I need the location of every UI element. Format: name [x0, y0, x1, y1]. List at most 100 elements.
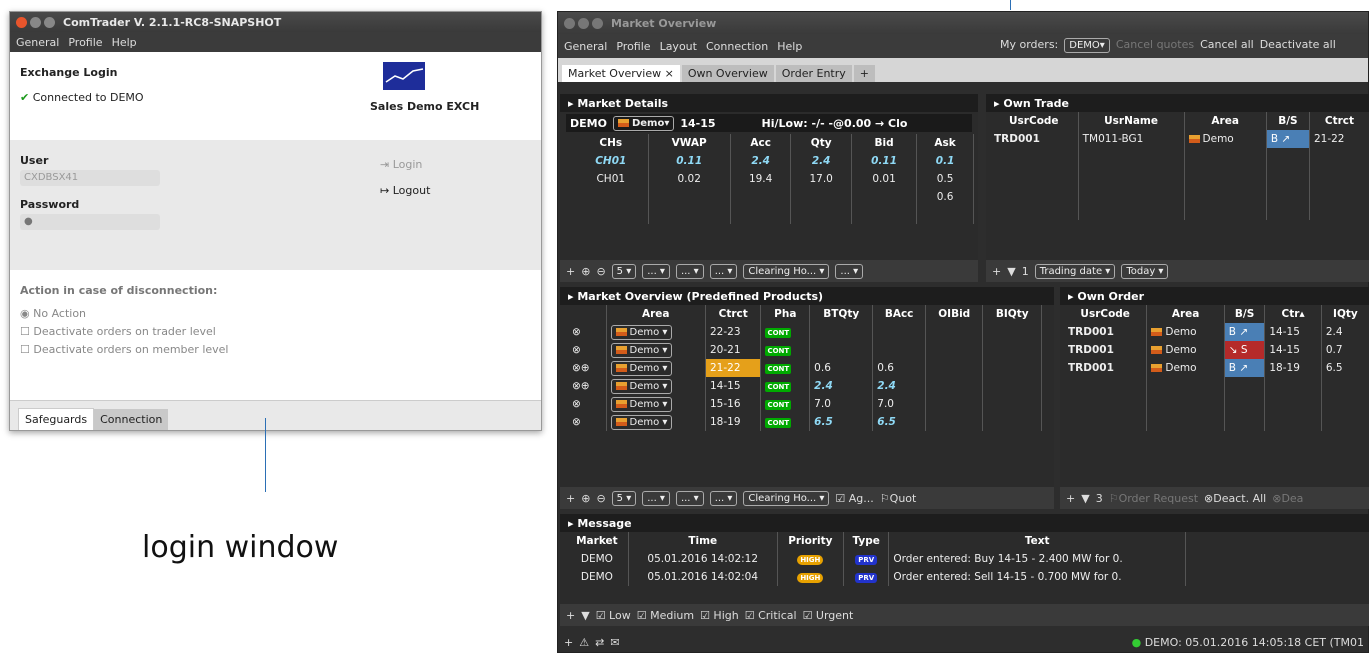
filter-select-3[interactable]: ... ▾: [709, 263, 738, 279]
table-row[interactable]: 0.6: [574, 188, 974, 206]
area-select[interactable]: Demo ▾: [610, 414, 673, 430]
maximize-icon[interactable]: [44, 16, 55, 28]
table-row[interactable]: ⊗ Demo ▾ 18-19 CONT 6.5 6.5: [568, 413, 1042, 431]
filter-icon[interactable]: ▼: [1007, 265, 1015, 278]
password-field[interactable]: ●: [20, 214, 160, 230]
tab-safeguards[interactable]: Safeguards: [18, 408, 95, 430]
col-header[interactable]: Type: [843, 532, 890, 550]
menu-help[interactable]: Help: [777, 40, 802, 53]
deactivate-button[interactable]: ⊗Dea: [1272, 492, 1303, 505]
own-trade-header[interactable]: ▸ Own Trade: [986, 94, 1369, 112]
selected-cell[interactable]: 21-22: [705, 359, 762, 377]
filter-select-1[interactable]: ... ▾: [642, 490, 670, 506]
expand-icon[interactable]: ⊗: [568, 323, 607, 341]
option-trader-level[interactable]: ☐ Deactivate orders on trader level: [20, 325, 531, 338]
swap-icon[interactable]: ⇄: [595, 636, 604, 649]
cancel-all-button[interactable]: Cancel all: [1200, 38, 1254, 53]
maximize-icon[interactable]: [592, 17, 603, 29]
add-icon[interactable]: +: [566, 609, 575, 622]
filter-high[interactable]: ☑ High: [700, 609, 739, 622]
zoom-in-icon[interactable]: ⊕: [581, 492, 590, 505]
close-icon[interactable]: [16, 16, 27, 28]
table-row[interactable]: TRD001 Demo B ↗ 18-19 6.5: [1064, 359, 1369, 377]
area-select[interactable]: Demo ▾: [610, 378, 673, 394]
aggregate-checkbox[interactable]: ☑ Ag...: [835, 492, 873, 505]
tab-order-entry[interactable]: Order Entry: [775, 65, 852, 82]
table-row[interactable]: CH01 0.02 19.4 17.0 0.01 0.5: [574, 170, 974, 188]
clearing-house-select[interactable]: Clearing Ho... ▾: [743, 263, 830, 279]
menu-general[interactable]: General: [16, 36, 59, 49]
table-row[interactable]: ⊗⊕ Demo ▾ 21-22 CONT 0.6 0.6: [568, 359, 1042, 377]
option-member-level[interactable]: ☐ Deactivate orders on member level: [20, 343, 531, 356]
own-order-header[interactable]: ▸ Own Order: [1060, 287, 1369, 305]
tab-own-overview[interactable]: Own Overview: [681, 65, 774, 82]
menu-layout[interactable]: Layout: [660, 40, 697, 53]
filter-icon[interactable]: ▼: [1081, 492, 1089, 505]
expand-icon[interactable]: ⊗: [568, 341, 607, 359]
tab-add[interactable]: +: [853, 65, 875, 82]
table-row[interactable]: TRD001 Demo ↘ S 14-15 0.7: [1064, 341, 1369, 359]
minimize-icon[interactable]: [30, 16, 41, 28]
menu-profile[interactable]: Profile: [68, 36, 102, 49]
col-header[interactable]: Area: [1146, 305, 1225, 323]
expand-icon[interactable]: ⊗⊕: [568, 359, 607, 377]
my-orders-select[interactable]: DEMO▾: [1064, 38, 1110, 53]
table-row[interactable]: ⊗ Demo ▾ 20-21 CONT: [568, 341, 1042, 359]
filter-medium[interactable]: ☑ Medium: [637, 609, 694, 622]
zoom-in-icon[interactable]: ⊕: [581, 265, 590, 278]
col-header[interactable]: Acc: [730, 134, 792, 152]
expand-icon[interactable]: ⊗⊕: [568, 377, 607, 395]
col-header[interactable]: Market: [566, 532, 629, 550]
table-row[interactable]: TRD001 Demo B ↗ 14-15 2.4: [1064, 323, 1369, 341]
filter-select-4[interactable]: ... ▾: [835, 263, 864, 279]
filter-urgent[interactable]: ☑ Urgent: [803, 609, 854, 622]
filter-select-3[interactable]: ... ▾: [709, 490, 738, 506]
add-icon[interactable]: +: [566, 265, 575, 278]
depth-select[interactable]: 5 ▾: [611, 263, 637, 279]
order-request-button[interactable]: ⚐Order Request: [1109, 492, 1198, 505]
col-header[interactable]: OIBid: [925, 305, 984, 323]
mail-icon[interactable]: ✉: [610, 636, 619, 649]
area-select[interactable]: Demo ▾: [610, 360, 673, 376]
trading-date-select[interactable]: Trading date ▾: [1034, 263, 1116, 279]
table-row[interactable]: CH01 0.11 2.4 2.4 0.11 0.1: [574, 152, 974, 170]
filter-icon[interactable]: ▼: [581, 609, 589, 622]
table-row[interactable]: DEMO 05.01.2016 14:02:12 HIGH PRV Order ente…: [566, 550, 1186, 568]
filter-select-1[interactable]: ... ▾: [642, 263, 670, 279]
col-header[interactable]: BAcc: [872, 305, 926, 323]
close-icon[interactable]: [564, 17, 575, 29]
col-header[interactable]: CHs: [574, 134, 649, 152]
option-no-action[interactable]: ◉ No Action: [20, 307, 531, 320]
col-header[interactable]: Time: [628, 532, 778, 550]
col-header[interactable]: Ask: [916, 134, 974, 152]
area-select[interactable]: Demo ▾: [610, 342, 673, 358]
add-icon[interactable]: +: [564, 636, 573, 649]
add-icon[interactable]: +: [1066, 492, 1075, 505]
col-header[interactable]: UsrCode: [990, 112, 1079, 130]
menu-connection[interactable]: Connection: [706, 40, 768, 53]
market-details-header[interactable]: ▸ Market Details: [560, 94, 978, 112]
menu-help[interactable]: Help: [112, 36, 137, 49]
filter-critical[interactable]: ☑ Critical: [745, 609, 797, 622]
depth-select[interactable]: 5 ▾: [611, 490, 637, 506]
message-header[interactable]: ▸ Message: [560, 514, 1369, 532]
table-row[interactable]: ⊗ Demo ▾ 15-16 CONT 7.0 7.0: [568, 395, 1042, 413]
filter-select-2[interactable]: ... ▾: [675, 263, 704, 279]
zoom-out-icon[interactable]: ⊖: [596, 265, 605, 278]
deact-all-button[interactable]: ⊗Deact. All: [1204, 492, 1266, 505]
col-header[interactable]: UsrCode: [1064, 305, 1148, 323]
menu-profile[interactable]: Profile: [616, 40, 650, 53]
clearing-house-select[interactable]: Clearing Ho... ▾: [743, 490, 830, 506]
expand-icon[interactable]: ⊗: [568, 413, 607, 431]
table-row[interactable]: DEMO 05.01.2016 14:02:04 HIGH PRV Order ente…: [566, 568, 1186, 586]
col-header[interactable]: Ctr▴: [1264, 305, 1322, 323]
col-header[interactable]: Ctrct: [705, 305, 762, 323]
table-row[interactable]: TRD001 TM011-BG1 Demo B ↗ 21-22: [990, 130, 1369, 148]
col-header[interactable]: Text: [888, 532, 1186, 550]
add-icon[interactable]: +: [992, 265, 1001, 278]
area-select[interactable]: Demo ▾: [610, 324, 673, 340]
today-select[interactable]: Today ▾: [1121, 263, 1169, 279]
user-field[interactable]: CXDBSX41: [20, 170, 160, 186]
col-header[interactable]: Area: [606, 305, 706, 323]
col-header[interactable]: Pha: [760, 305, 811, 323]
